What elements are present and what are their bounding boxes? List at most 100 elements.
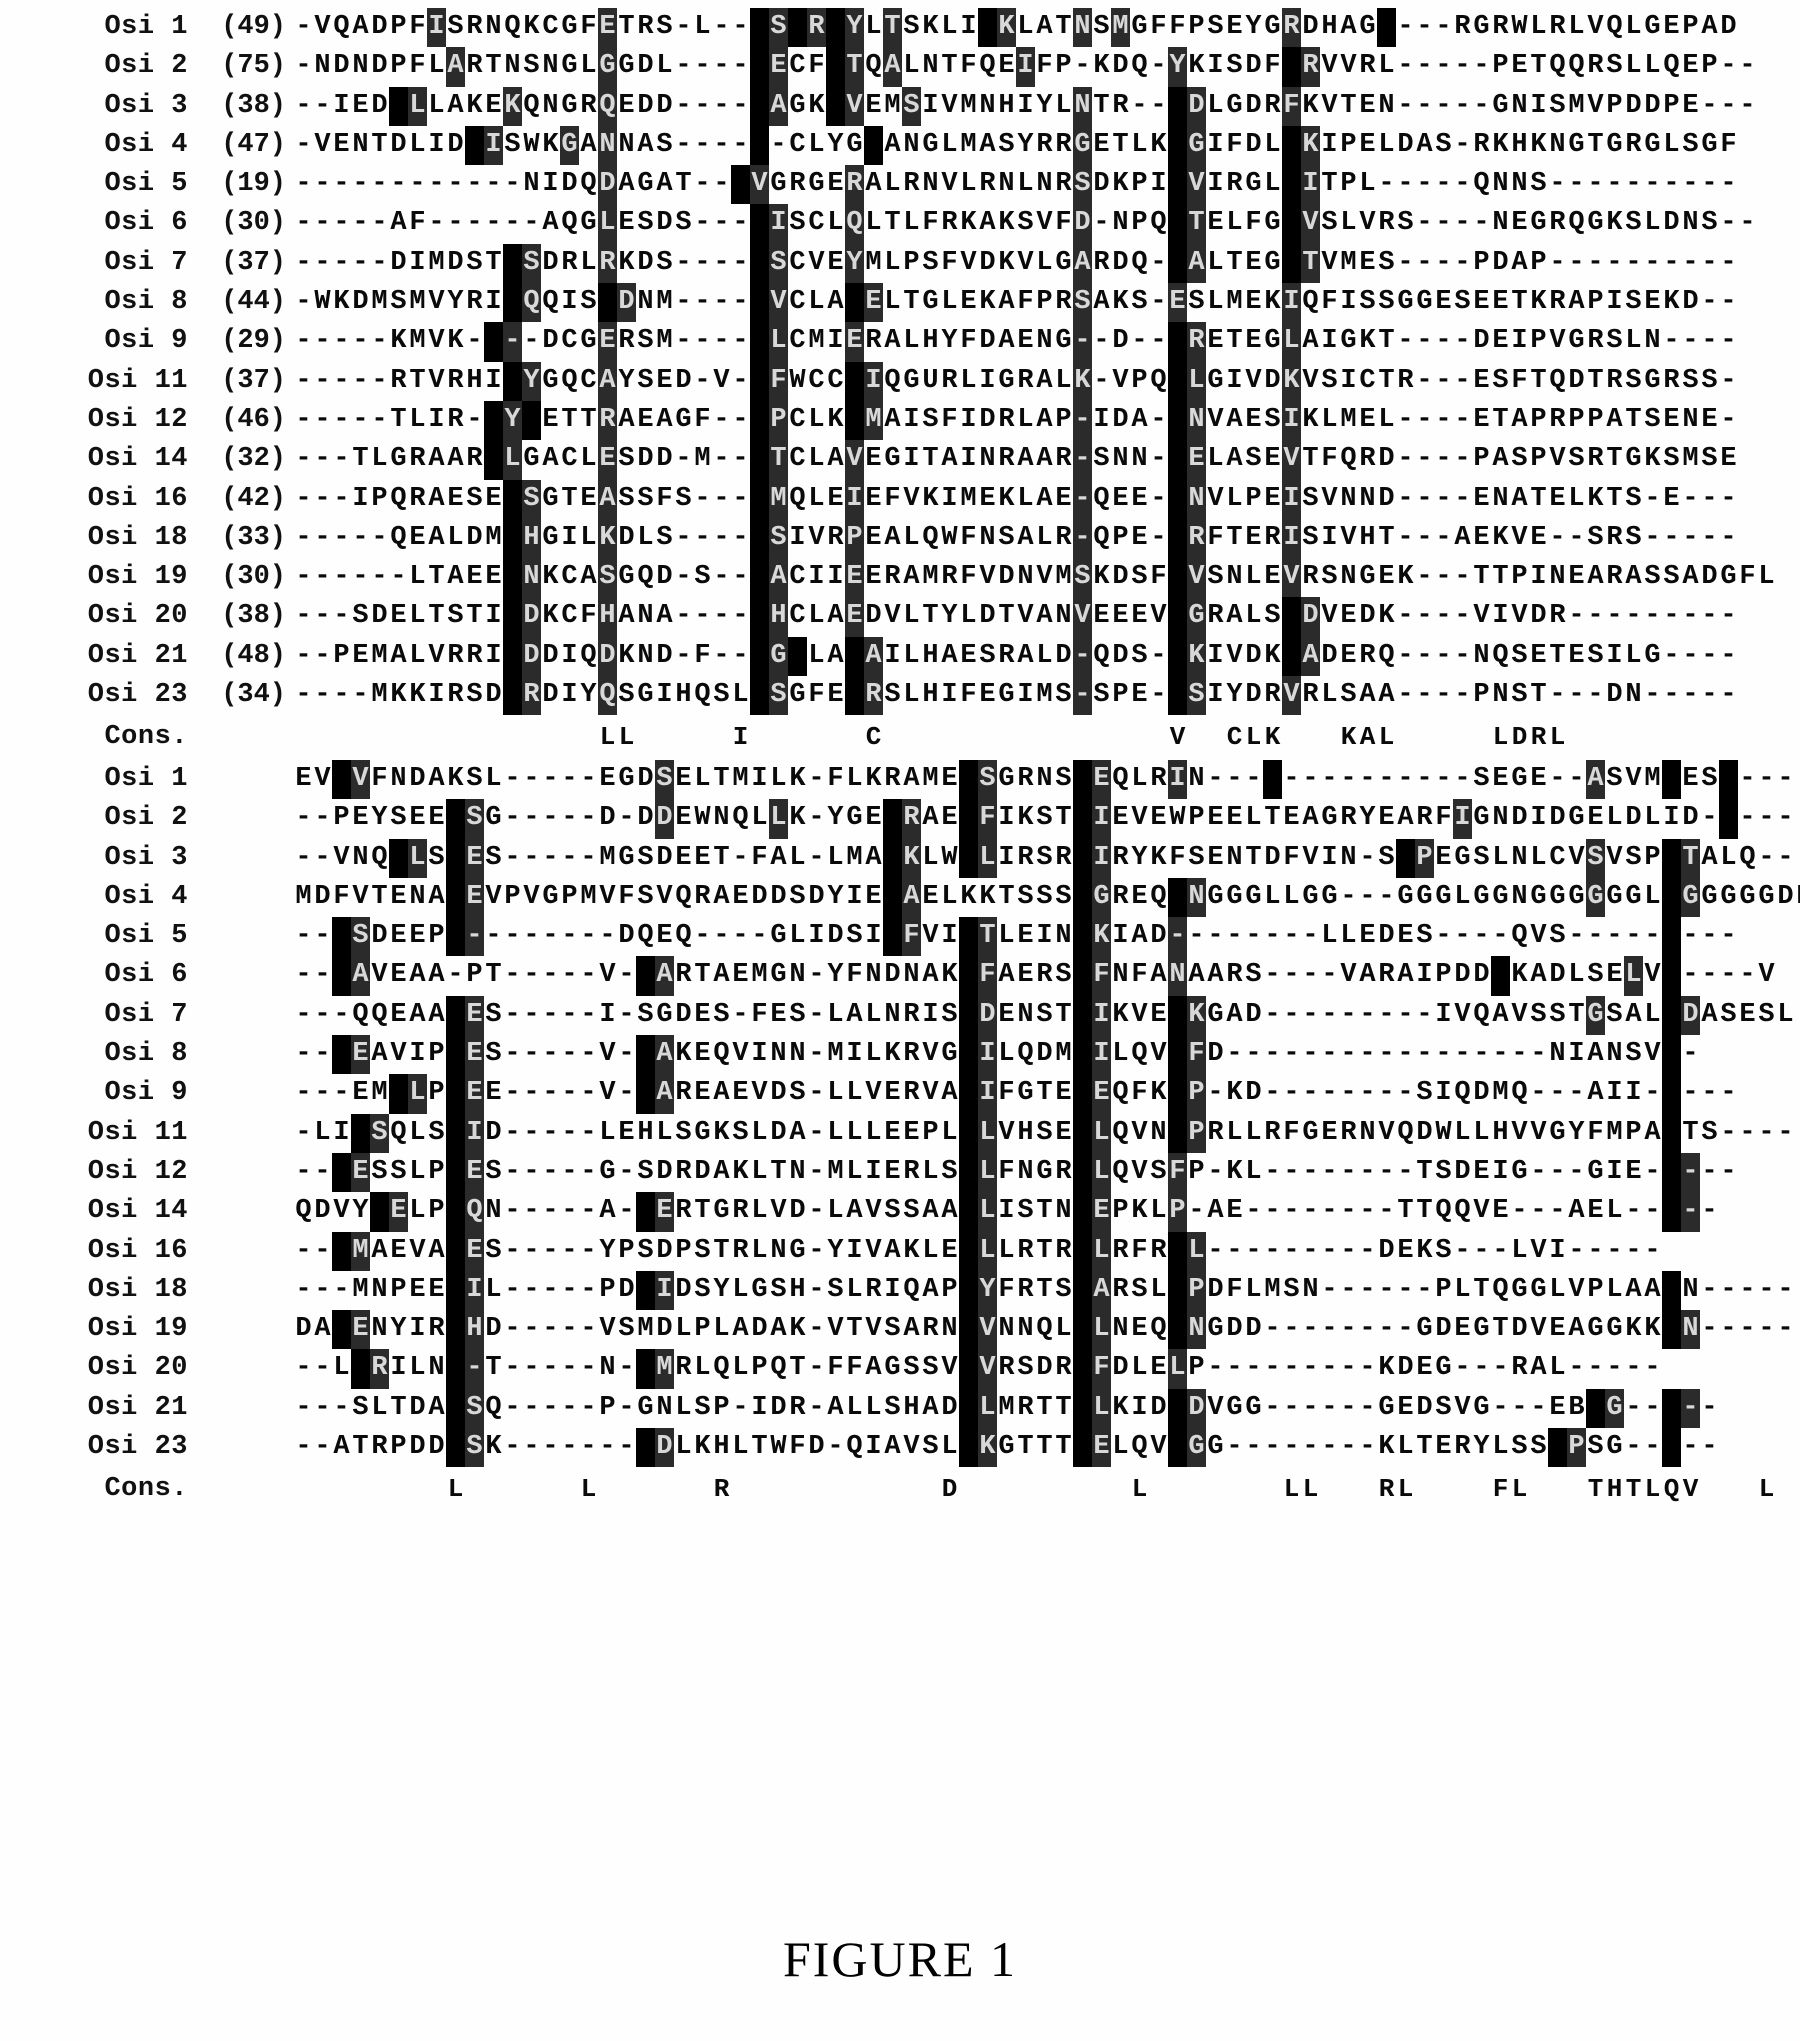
residue-highlighted: S <box>769 676 788 716</box>
residue: L <box>732 1432 749 1463</box>
residue: - <box>713 129 730 160</box>
residue: - <box>523 960 540 991</box>
residue: F <box>1321 444 1338 475</box>
residue: T <box>903 287 920 318</box>
residue: V <box>1530 1117 1547 1148</box>
residue: - <box>295 404 312 435</box>
residue: E <box>1739 999 1756 1030</box>
sequence-start-position: (32) <box>221 444 286 475</box>
residue-highlighted: L <box>408 1074 427 1114</box>
residue: - <box>561 1039 578 1070</box>
residue: A <box>1397 803 1414 834</box>
residue: R <box>941 562 958 593</box>
residue: - <box>1150 90 1167 121</box>
residue: V <box>808 522 825 553</box>
residue: L <box>1264 881 1281 912</box>
residue: P <box>466 960 483 991</box>
residue: I <box>1150 169 1167 200</box>
residue-highlighted: L <box>1168 479 1187 519</box>
residue-highlighted: N <box>959 1035 978 1075</box>
residue: N <box>1302 1274 1319 1305</box>
residue: - <box>808 1039 825 1070</box>
residue: - <box>1435 444 1452 475</box>
residue: - <box>1454 444 1471 475</box>
sequence-name-label: Osi 14 <box>87 1196 188 1227</box>
residue: - <box>1340 1078 1357 1109</box>
residue: L <box>903 680 920 711</box>
residue: E <box>390 1235 407 1266</box>
residue-highlighted: Q <box>845 636 864 677</box>
residue: P <box>428 1156 445 1187</box>
residue-highlighted: A <box>598 479 617 519</box>
residue: - <box>1701 522 1718 553</box>
residue-highlighted: - <box>1168 917 1187 957</box>
residue-highlighted: V <box>883 877 902 918</box>
residue: K <box>1226 1078 1243 1109</box>
residue-highlighted: L <box>598 204 617 244</box>
residue: S <box>352 1392 369 1423</box>
residue: - <box>1397 1274 1414 1305</box>
residue: M <box>371 680 388 711</box>
residue: E <box>1701 404 1718 435</box>
residue: - <box>1682 1078 1699 1109</box>
residue: V <box>409 1235 426 1266</box>
residue: T <box>713 842 730 873</box>
residue: K <box>827 404 844 435</box>
residue: S <box>1017 1196 1034 1227</box>
residue: G <box>1511 764 1528 794</box>
residue: N <box>1055 921 1072 952</box>
residue: P <box>1492 51 1509 82</box>
residue: - <box>808 1196 825 1227</box>
residue-highlighted: S <box>959 995 978 1036</box>
residue: - <box>295 921 312 952</box>
residue: - <box>1625 1196 1642 1227</box>
residue: S <box>1188 842 1205 873</box>
residue: L <box>1036 247 1053 278</box>
residue: S <box>1435 1156 1452 1187</box>
residue: - <box>1340 764 1357 794</box>
residue: L <box>827 1196 844 1227</box>
alignment-row: Osi 16- - L M A E V A - E S - - - - - Y P S D P S T R L N G - Y I V A K L… <box>38 1231 1800 1271</box>
residue: I <box>865 1432 882 1463</box>
residue: L <box>960 365 977 396</box>
residue-highlighted: L <box>1168 1349 1187 1389</box>
residue: S <box>884 1314 901 1345</box>
residue: D <box>656 444 673 475</box>
residue: M <box>485 522 502 553</box>
residue-highlighted: S <box>883 917 902 957</box>
residue: S <box>1378 287 1395 318</box>
residue: P <box>371 483 388 514</box>
residue: A <box>599 1196 616 1227</box>
residue: H <box>998 90 1015 121</box>
residue: E <box>1131 881 1148 912</box>
residue: - <box>1321 1274 1338 1305</box>
residue: F <box>998 1078 1015 1109</box>
residue: R <box>675 1196 692 1227</box>
residue: K <box>1663 287 1680 318</box>
residue: R <box>1549 208 1566 239</box>
alignment-row: Osi 19 D A I E N Y I R G H D - - - - - V S M D L P L A D A K - V T V S A R… <box>38 1310 1800 1350</box>
residue: K <box>447 326 464 357</box>
residue-highlighted: T <box>503 361 522 401</box>
residue-highlighted: - <box>446 1035 465 1075</box>
residue: K <box>998 208 1015 239</box>
residue: I <box>1207 640 1224 671</box>
residue: R <box>1017 842 1034 873</box>
residue-highlighted: L <box>978 1152 997 1193</box>
residue: A <box>1701 999 1718 1030</box>
residue: I <box>561 680 578 711</box>
residue: - <box>694 129 711 160</box>
consensus-residue: L <box>1397 1474 1414 1505</box>
residue: D <box>1397 129 1414 160</box>
residue-highlighted: S <box>769 518 788 559</box>
residue: I <box>561 522 578 553</box>
residue-highlighted: Q <box>522 283 541 323</box>
residue: S <box>1511 640 1528 671</box>
residue: C <box>1359 365 1376 396</box>
residue-highlighted: W <box>978 8 997 48</box>
residue: - <box>295 365 312 396</box>
residue: Q <box>1663 51 1680 82</box>
residue: D <box>1549 803 1566 834</box>
residue-highlighted: Y <box>845 243 864 284</box>
residue: S <box>1017 881 1034 912</box>
